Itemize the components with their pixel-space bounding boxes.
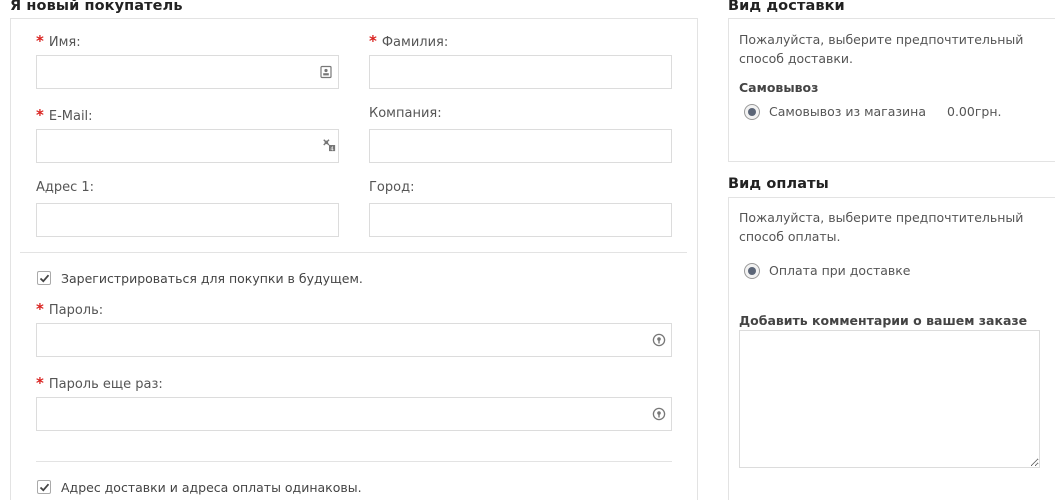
password-field[interactable] — [36, 323, 672, 357]
password-label: * Пароль: — [36, 300, 104, 318]
password-confirm-label: * Пароль еще раз: — [36, 374, 163, 392]
first-name-label: * Имя: — [36, 32, 81, 50]
shipping-title: Вид доставки — [728, 0, 845, 14]
contact-card-icon[interactable] — [319, 65, 333, 79]
pickup-radio[interactable] — [744, 104, 760, 120]
checkmark-icon — [39, 274, 50, 283]
same-address-checkbox[interactable] — [37, 480, 51, 494]
address-label: Адрес 1: — [36, 180, 95, 195]
comment-textarea[interactable] — [739, 330, 1040, 468]
register-label: Зарегистрироваться для покупки в будущем… — [61, 271, 363, 286]
comment-label: Добавить комментарии о вашем заказе — [739, 313, 1028, 328]
company-label: Компания: — [369, 106, 442, 121]
shipping-method-group: Самовывоз — [739, 80, 819, 95]
city-label: Город: — [369, 180, 415, 195]
company-field[interactable] — [369, 129, 672, 163]
shipping-instruction: Пожалуйста, выберите предпочтительный сп… — [739, 32, 1024, 66]
cod-radio[interactable] — [744, 263, 760, 279]
payment-title: Вид оплаты — [728, 176, 829, 192]
address-field[interactable] — [36, 203, 339, 237]
new-customer-title: Я новый покупатель — [10, 0, 183, 14]
required-mark: * — [36, 300, 44, 318]
password-manager-icon[interactable] — [652, 333, 666, 347]
divider — [36, 461, 672, 462]
city-field[interactable] — [369, 203, 672, 237]
pickup-option-label: Самовывоз из магазина — [769, 104, 927, 119]
register-checkbox[interactable] — [37, 271, 51, 285]
pickup-option-price: 0.00грн. — [947, 104, 1002, 119]
last-name-label: * Фамилия: — [369, 32, 449, 50]
required-mark: * — [36, 374, 44, 392]
required-mark: * — [36, 32, 44, 50]
cod-option-label: Оплата при доставке — [769, 263, 911, 278]
password-manager-icon[interactable] — [652, 407, 666, 421]
checkmark-icon — [39, 483, 50, 492]
email-field[interactable]: 4 — [36, 129, 339, 163]
password-confirm-field[interactable] — [36, 397, 672, 431]
email-label: * E-Mail: — [36, 106, 93, 124]
last-name-field[interactable] — [369, 55, 672, 89]
payment-instruction: Пожалуйста, выберите предпочтительный сп… — [739, 210, 1024, 244]
required-mark: * — [36, 106, 44, 124]
first-name-field[interactable] — [36, 55, 339, 89]
divider — [20, 252, 687, 253]
required-mark: * — [369, 32, 377, 50]
same-address-label: Адрес доставки и адреса оплаты одинаковы… — [61, 480, 362, 495]
key-autofill-icon[interactable]: 4 — [322, 138, 336, 152]
